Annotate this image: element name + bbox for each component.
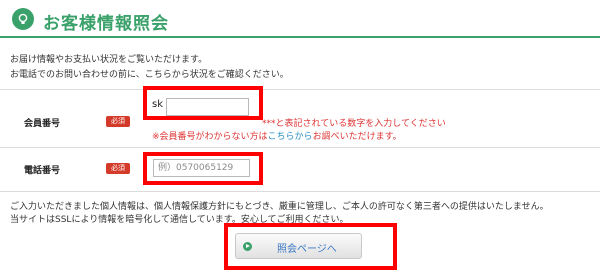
- header-divider: [0, 36, 600, 38]
- row-divider: [0, 89, 600, 90]
- privacy-notice: ご入力いただきました個人情報は、個人情報保護方針にもとづき、厳重に管理し、ご本人…: [10, 201, 549, 227]
- phone-number-label: 電話番号: [24, 166, 61, 176]
- required-badge: 必須: [106, 163, 130, 174]
- member-number-input[interactable]: [166, 98, 249, 116]
- lightbulb-icon: [12, 8, 34, 30]
- member-number-note: ※会員番号がわからない方はこちらからお調べいただけます。: [152, 129, 402, 142]
- row-divider: [0, 191, 600, 192]
- page-title: お客様情報照会: [43, 14, 169, 34]
- phone-number-input[interactable]: [153, 159, 250, 177]
- submit-button-label: 照会ページへ: [277, 244, 337, 255]
- note-text-after: お調べいただけます。: [312, 132, 402, 142]
- privacy-line-1: ご入力いただきました個人情報は、個人情報保護方針にもとづき、厳重に管理し、ご本人…: [10, 202, 549, 212]
- intro-line-2: お電話でのお問い合わせの前に、こちらから状況をご確認ください。: [10, 70, 289, 80]
- lookup-link[interactable]: こちらから: [268, 132, 313, 142]
- intro-text: お届け情報やお支払い状況をご覧いただけます。 お電話でのお問い合わせの前に、こち…: [10, 53, 289, 83]
- row-divider: [0, 147, 600, 148]
- member-number-label: 会員番号: [24, 119, 61, 129]
- page-header: お客様情報照会: [0, 0, 600, 40]
- arrow-right-circle-icon: [243, 242, 252, 251]
- submit-button[interactable]: 照会ページへ: [235, 233, 362, 259]
- member-number-prefix: sk: [152, 99, 164, 110]
- member-number-hint: ***と表記されている数字を入力してください: [262, 119, 446, 129]
- note-text-before: ※会員番号がわからない方は: [152, 132, 268, 142]
- intro-line-1: お届け情報やお支払い状況をご覧いただけます。: [10, 55, 208, 65]
- required-badge: 必須: [106, 116, 130, 127]
- privacy-line-2: 当サイトはSSLにより情報を暗号化して通信しています。安心してご利用ください。: [10, 215, 349, 225]
